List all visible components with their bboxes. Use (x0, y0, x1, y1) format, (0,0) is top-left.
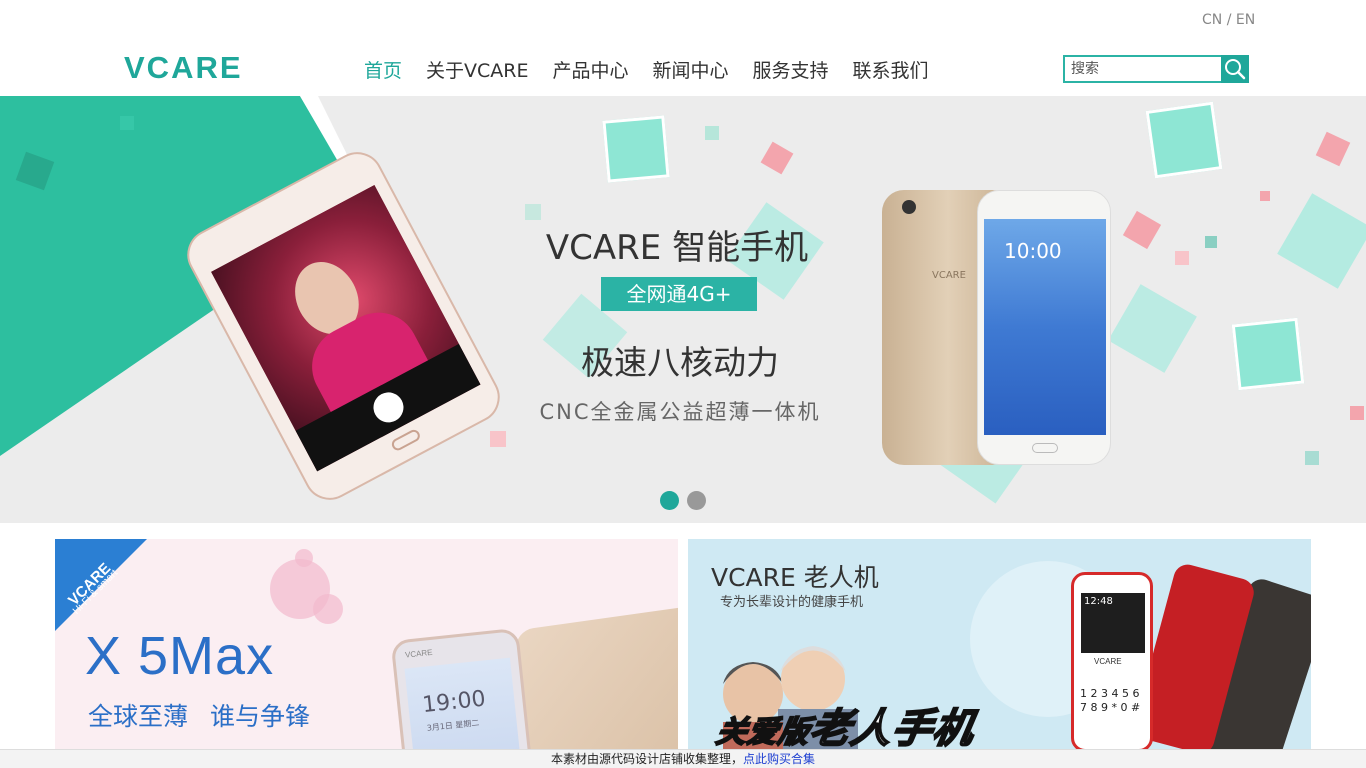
promo-phone: VCARE 19:00 3月1日 星期二 (390, 627, 534, 749)
nav-products[interactable]: 产品中心 (552, 56, 628, 83)
lang-cn-link[interactable]: CN (1202, 12, 1222, 28)
deco-square (1260, 191, 1270, 201)
language-switch: CN / EN (1202, 12, 1255, 28)
senior-phone-white: 12:48 VCARE 1 2 3 4 5 6 7 8 9 * 0 # (1071, 572, 1153, 749)
search-icon (1225, 59, 1246, 80)
carousel-dot-2[interactable] (687, 491, 706, 510)
promo-title: VCARE 老人机 (711, 563, 879, 592)
phone-date: 3月1日 星期二 (426, 718, 480, 733)
search-input[interactable] (1063, 55, 1221, 83)
phone-screen: 10:00 (984, 219, 1106, 435)
nav-home[interactable]: 首页 (364, 56, 402, 83)
promo-subtitle: 专为长辈设计的健康手机 (720, 595, 864, 610)
lang-en-link[interactable]: EN (1236, 12, 1255, 28)
flower-decoration (313, 594, 343, 624)
footer-buy-link[interactable]: 点此购买合集 (743, 752, 815, 766)
footer-notice: 本素材由源代码设计店铺收集整理，点此购买合集 (0, 749, 1366, 768)
phone-screen: 12:48 (1081, 593, 1145, 653)
banner-tagline: CNC全金属公益超薄一体机 (539, 400, 821, 424)
carousel-dots (660, 491, 706, 510)
deco-square (1315, 131, 1351, 167)
banner-subtitle: 极速八核动力 (581, 343, 779, 382)
deco-square (1145, 101, 1223, 179)
promo-phone-back (513, 604, 678, 749)
home-button-icon (389, 427, 422, 453)
promo-title: X 5Max (85, 626, 275, 686)
deco-square (1305, 451, 1319, 465)
phone-time: 12:48 (1084, 596, 1113, 607)
promo-senior-phone[interactable]: VCARE 老人机 专为长辈设计的健康手机 关爱版老人手机 12:48 VCAR… (688, 539, 1311, 749)
hero-banner[interactable]: VCARE 智能手机 全网通4G+ 极速八核动力 CNC全金属公益超薄一体机 V… (0, 96, 1366, 523)
banner-phone-front: 10:00 (977, 190, 1111, 465)
phone-screen: 19:00 3月1日 星期二 (404, 657, 523, 749)
promo-slogan: 关爱版老人手机 (713, 705, 980, 749)
promo-x5max[interactable]: VCARE Hi-Fi & smart X 5Max 全球至薄 谁与争锋 VCA… (55, 539, 678, 749)
footer-text: 本素材由源代码设计店铺收集整理， (550, 752, 743, 766)
home-button-icon (1032, 443, 1058, 453)
phone-time: 10:00 (1004, 239, 1062, 263)
deco-square (602, 115, 670, 183)
promo-subtitle: 全球至薄 谁与争锋 (88, 702, 310, 731)
phone-time: 19:00 (421, 686, 487, 719)
deco-square (760, 141, 794, 175)
flower-decoration (295, 549, 313, 567)
nav-about[interactable]: 关于VCARE (426, 56, 528, 83)
phone-back-label: VCARE (932, 270, 966, 281)
nav-support[interactable]: 服务支持 (753, 56, 829, 83)
carousel-dot-1[interactable] (660, 491, 679, 510)
search-button[interactable] (1221, 55, 1249, 83)
site-logo[interactable]: VCARE (124, 50, 243, 86)
phone-keypad: 1 2 3 4 5 6 7 8 9 * 0 # (1080, 687, 1141, 714)
search-box (1063, 55, 1249, 83)
banner-title: VCARE 智能手机 (545, 228, 809, 268)
deco-square (705, 126, 719, 140)
main-nav: 首页 关于VCARE 产品中心 新闻中心 服务支持 联系我们 (364, 56, 953, 83)
lang-separator: / (1222, 12, 1236, 28)
deco-square (490, 431, 506, 447)
nav-contact[interactable]: 联系我们 (853, 56, 929, 83)
phone-brand: VCARE (1094, 657, 1122, 666)
deco-square (525, 204, 541, 220)
nav-news[interactable]: 新闻中心 (653, 56, 729, 83)
banner-badge: 全网通4G+ (601, 277, 757, 311)
phone-brand: VCARE (404, 647, 433, 660)
camera-lens-icon (902, 200, 916, 214)
